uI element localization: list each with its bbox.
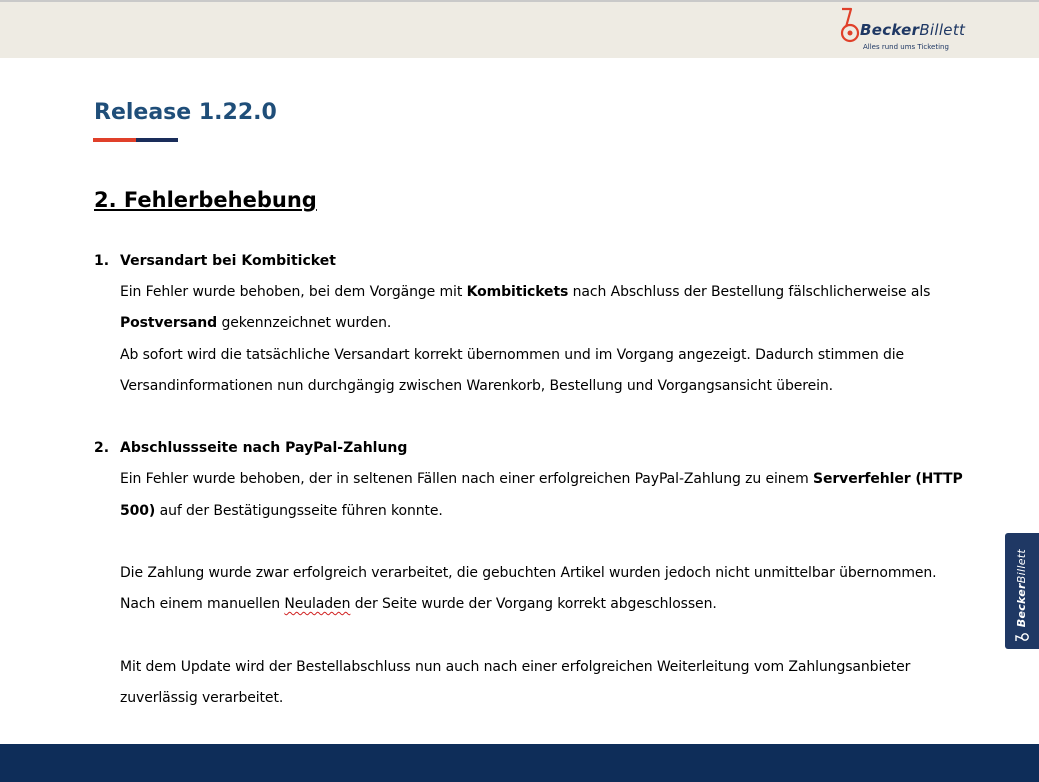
- text-segment: Ein Fehler wurde behoben, bei dem Vorgän…: [120, 284, 467, 300]
- becker-billett-logo: BeckerBillett Alles rund ums Ticketing: [838, 7, 998, 57]
- header-bar: BeckerBillett Alles rund ums Ticketing: [0, 2, 1039, 58]
- section-heading: 2. Fehlerbehebung: [94, 188, 317, 212]
- release-title: Release 1.22.0: [94, 100, 277, 125]
- brand-name: BeckerBillett: [860, 21, 965, 39]
- text-segment: der Seite wurde der Vorgang korrekt abge…: [350, 596, 717, 612]
- logo-mark-icon: [1015, 633, 1029, 641]
- title-underline-red: [93, 138, 136, 142]
- footer-bar: [0, 744, 1039, 782]
- bold-term: Postversand: [120, 315, 218, 331]
- item-text-line: Ein Fehler wurde behoben, der in seltene…: [120, 471, 963, 487]
- item-number: 1.: [94, 253, 110, 269]
- item-text-line: Versandinformationen nun durchgängig zwi…: [120, 378, 834, 394]
- text-segment: Ein Fehler wurde behoben, der in seltene…: [120, 471, 813, 487]
- item-text-line: 500) auf der Bestätigungsseite führen ko…: [120, 503, 443, 519]
- item-text-line: Ein Fehler wurde behoben, bei dem Vorgän…: [120, 284, 930, 300]
- item-text-line: Die Zahlung wurde zwar erfolgreich verar…: [120, 565, 937, 581]
- bold-term: Kombitickets: [466, 284, 569, 300]
- item-text-line: Mit dem Update wird der Bestellabschluss…: [120, 659, 911, 675]
- brand-light: Billett: [919, 21, 966, 39]
- item-text-line: Nach einem manuellen Neuladen der Seite …: [120, 596, 717, 612]
- bold-term: Serverfehler (HTTP: [812, 471, 963, 487]
- text-segment: nach Abschluss der Bestellung fälschlich…: [568, 284, 931, 300]
- title-underline-navy: [136, 138, 178, 142]
- spellcheck-word: Neuladen: [284, 596, 351, 612]
- brand-tagline: Alles rund ums Ticketing: [863, 43, 949, 51]
- item-title: Versandart bei Kombiticket: [120, 253, 336, 269]
- side-brand-light: Billett: [1015, 549, 1028, 584]
- item-number: 2.: [94, 440, 110, 456]
- side-tab-label: BeckerBillett: [1007, 535, 1037, 643]
- item-title: Abschlussseite nach PayPal-Zahlung: [120, 440, 408, 456]
- text-segment: Nach einem manuellen: [120, 596, 285, 612]
- item-text-line: Postversand gekennzeichnet wurden.: [120, 315, 391, 331]
- side-tab[interactable]: BeckerBillett: [1005, 533, 1039, 649]
- text-segment: auf der Bestätigungsseite führen konnte.: [155, 503, 443, 519]
- brand-bold: Becker: [860, 21, 920, 39]
- side-brand-bold: Becker: [1015, 583, 1028, 628]
- text-segment: gekennzeichnet wurden.: [217, 315, 392, 331]
- item-text-line: zuverlässig verarbeitet.: [120, 690, 284, 706]
- item-text-line: Ab sofort wird die tatsächliche Versanda…: [120, 347, 905, 363]
- bold-term: 500): [120, 503, 156, 519]
